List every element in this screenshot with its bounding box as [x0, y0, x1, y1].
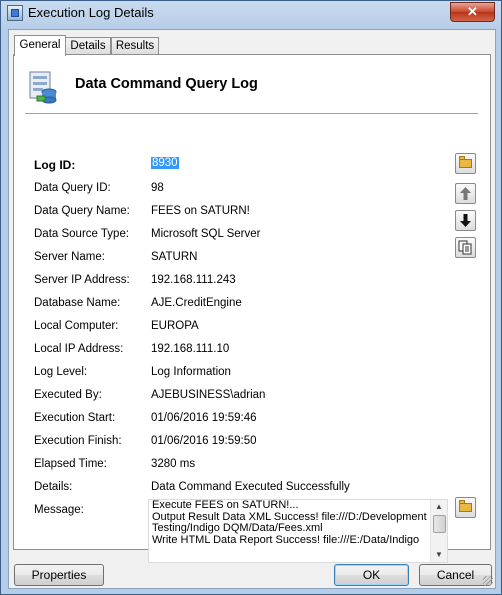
executed-by-value: AJEBUSINESS\adrian	[151, 389, 266, 401]
execution-finish-label: Execution Finish:	[34, 435, 122, 447]
data-source-type-value: Microsoft SQL Server	[151, 228, 261, 240]
open-message-file-button[interactable]	[455, 497, 476, 518]
arrow-down-icon	[460, 214, 471, 227]
local-computer-label: Local Computer:	[34, 320, 119, 332]
general-tab-panel: Data Command Query Log Log ID: 8930 Data…	[13, 54, 491, 563]
tab-results[interactable]: Results	[111, 37, 159, 55]
dialog-client-area: General Details Results Data Command Que…	[8, 29, 496, 589]
tab-details[interactable]: Details	[65, 37, 111, 55]
database-log-icon	[29, 71, 57, 104]
details-label: Details:	[34, 481, 73, 493]
elapsed-time-value: 3280 ms	[151, 458, 196, 470]
database-name-value: AJE.CreditEngine	[151, 297, 242, 309]
scroll-down-arrow-icon[interactable]: ▼	[431, 548, 447, 562]
executed-by-label: Executed By:	[34, 389, 102, 401]
data-source-type-label: Data Source Type:	[34, 228, 130, 240]
log-level-value: Log Information	[151, 366, 231, 378]
resize-grip[interactable]	[483, 576, 493, 586]
copy-icon	[458, 240, 472, 255]
details-value: Data Command Executed Successfully	[151, 481, 350, 493]
server-name-value: SATURN	[151, 251, 198, 263]
ok-button[interactable]: OK	[334, 564, 409, 586]
message-line: Output Result Data XML Success! file:///…	[152, 511, 427, 523]
message-scrollbar[interactable]: ▲ ▼	[430, 500, 447, 562]
server-ip-value: 192.168.111.243	[151, 274, 236, 286]
data-query-id-value: 98	[151, 182, 164, 194]
database-name-label: Database Name:	[34, 297, 121, 309]
tab-general[interactable]: General	[14, 35, 66, 56]
previous-log-button[interactable]	[455, 183, 476, 204]
close-button[interactable]: ✕	[450, 2, 495, 22]
data-query-name-label: Data Query Name:	[34, 205, 130, 217]
elapsed-time-label: Elapsed Time:	[34, 458, 107, 470]
folder-open-icon	[459, 156, 472, 168]
copy-button[interactable]	[455, 237, 476, 258]
header-divider	[25, 113, 478, 115]
log-level-label: Log Level:	[34, 366, 88, 378]
execution-start-label: Execution Start:	[34, 412, 116, 424]
data-query-name-value: FEES on SATURN!	[151, 205, 250, 217]
arrow-up-icon	[460, 187, 471, 200]
message-textbox[interactable]: Execute FEES on SATURN!... Output Result…	[148, 499, 448, 563]
folder-open-icon	[459, 500, 472, 512]
local-computer-value: EUROPA	[151, 320, 199, 332]
window-title: Execution Log Details	[28, 5, 154, 20]
execution-start-value: 01/06/2016 19:59:46	[151, 412, 257, 424]
open-log-folder-button[interactable]	[455, 153, 476, 174]
title-bar[interactable]: Execution Log Details ✕	[1, 1, 501, 25]
server-ip-label: Server IP Address:	[34, 274, 130, 286]
message-line: Write HTML Data Report Success! file:///…	[152, 534, 420, 546]
cancel-button[interactable]: Cancel	[419, 564, 492, 586]
execution-finish-value: 01/06/2016 19:59:50	[151, 435, 257, 447]
message-text: Execute FEES on SATURN!... Output Result…	[152, 500, 430, 546]
properties-button[interactable]: Properties	[14, 564, 104, 586]
local-ip-label: Local IP Address:	[34, 343, 124, 355]
app-icon	[7, 5, 23, 21]
message-line: Testing/Indigo DQM/Data/Fees.xml	[152, 523, 323, 534]
log-id-selected-text[interactable]: 8930	[151, 157, 179, 169]
log-id-label: Log ID:	[34, 158, 76, 172]
log-id-value[interactable]: 8930	[151, 157, 179, 169]
local-ip-value: 192.168.111.10	[151, 343, 230, 355]
server-name-label: Server Name:	[34, 251, 105, 263]
scroll-thumb[interactable]	[433, 515, 446, 533]
scroll-up-arrow-icon[interactable]: ▲	[431, 500, 447, 514]
message-line: Execute FEES on SATURN!...	[152, 500, 299, 511]
data-query-id-label: Data Query ID:	[34, 182, 111, 194]
message-label: Message:	[34, 504, 84, 516]
page-title: Data Command Query Log	[75, 76, 258, 92]
next-log-button[interactable]	[455, 210, 476, 231]
execution-log-window: Execution Log Details ✕ General Details …	[0, 0, 502, 595]
